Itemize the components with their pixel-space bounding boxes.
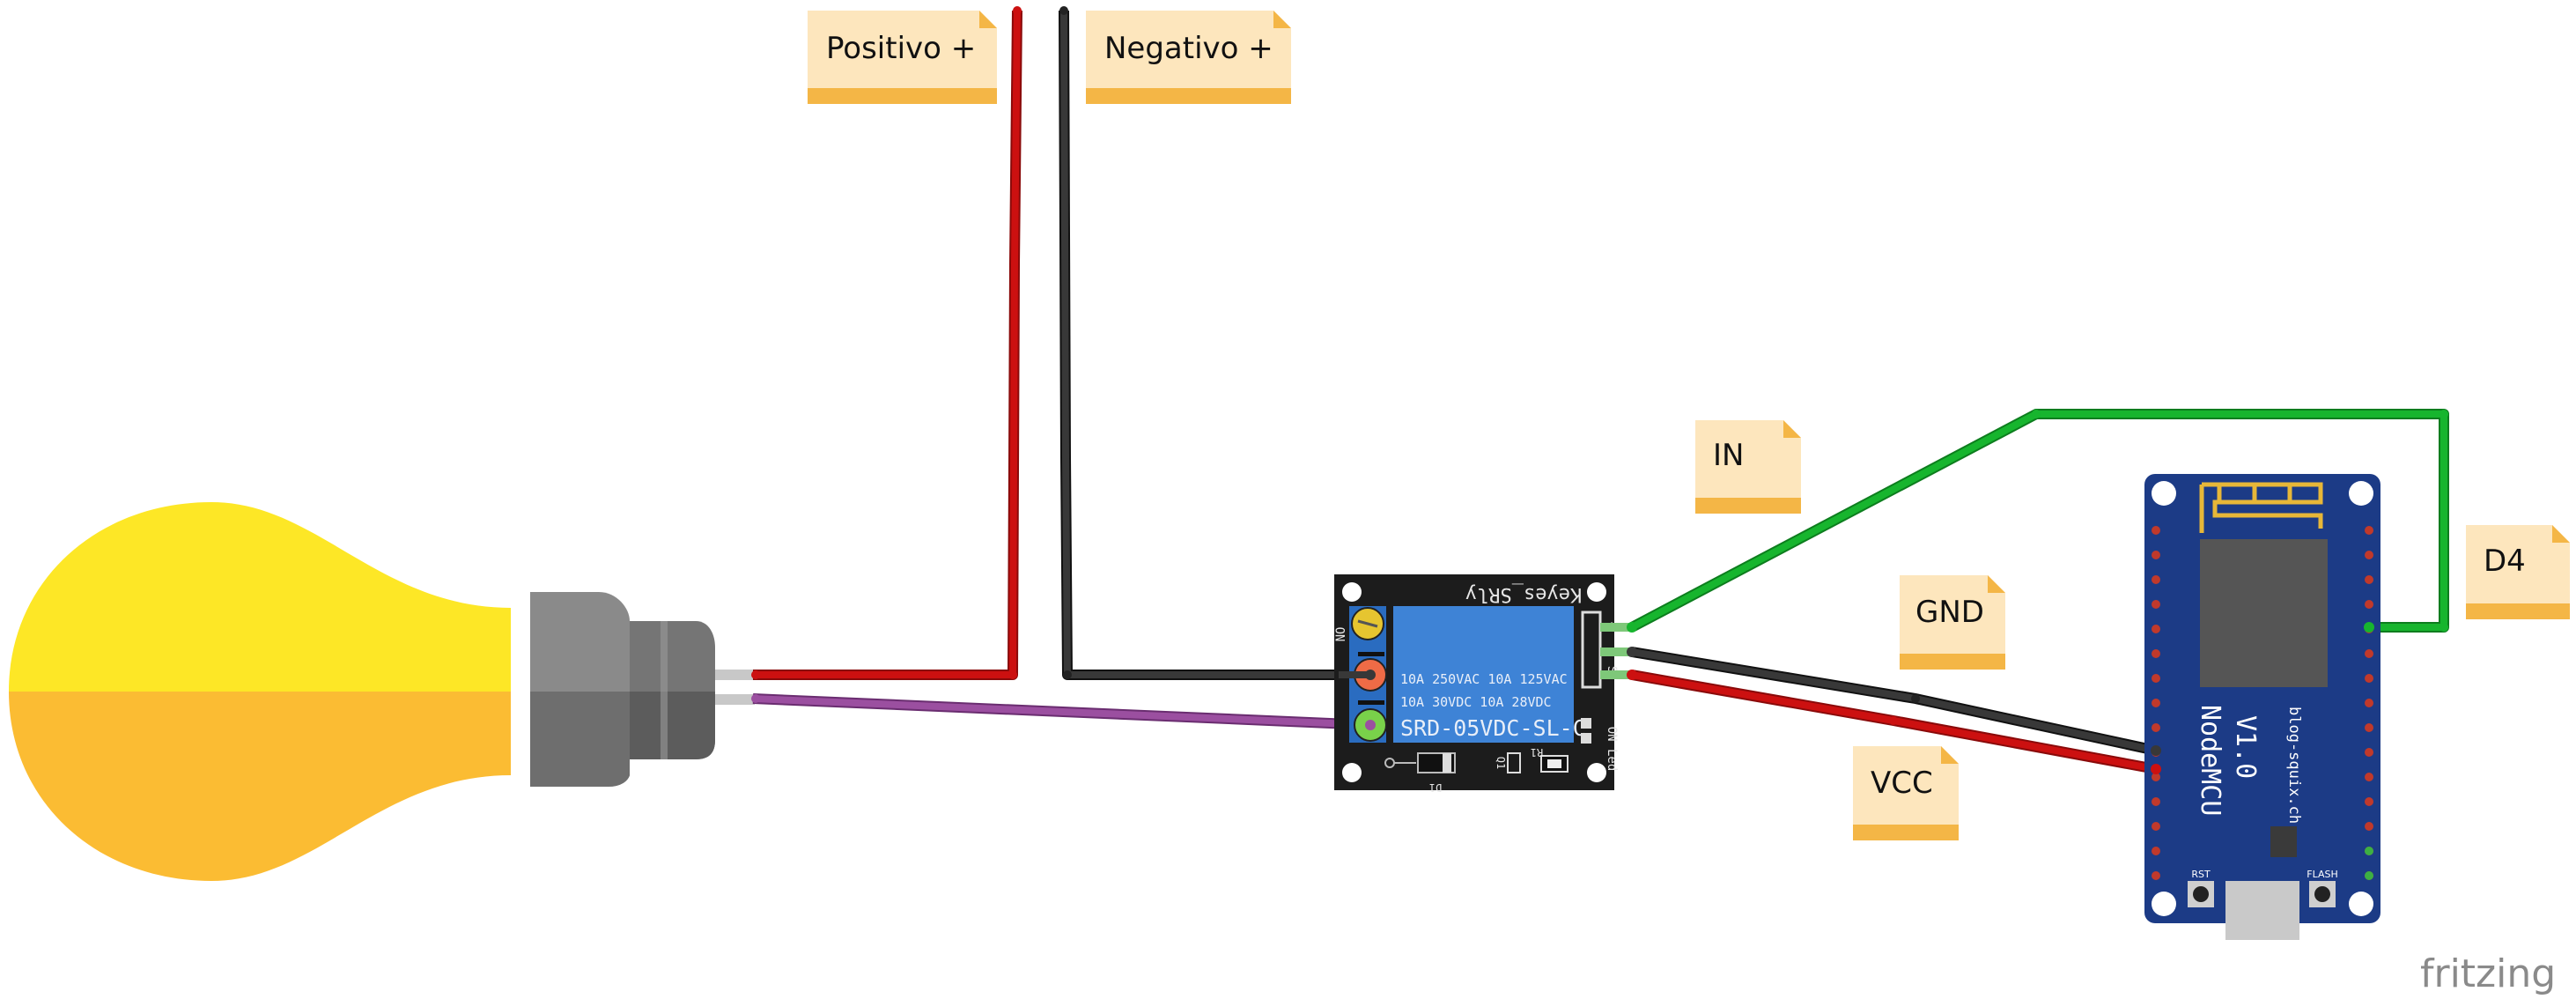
- header-pin: [2365, 822, 2373, 831]
- wiring-diagram: Keyes_SRly NO 10A 250VAC 10A 125VAC 10A …: [9, 6, 2570, 996]
- mount-hole: [2349, 481, 2373, 506]
- header-pin: [2152, 575, 2160, 584]
- esp-shield: [2200, 539, 2328, 687]
- mount-hole: [1587, 763, 1606, 782]
- svg-text:RST: RST: [2191, 869, 2211, 880]
- header-pin: [2152, 625, 2160, 633]
- nodemcu-board[interactable]: NodeMCU V1.0 blog-squix.ch RST FLASH: [2144, 474, 2380, 940]
- note-positivo[interactable]: Positivo +: [808, 11, 997, 104]
- header-pin: [2152, 723, 2160, 732]
- header-pin: [2365, 847, 2373, 855]
- header-pin: [2365, 871, 2373, 880]
- resistor: [1581, 718, 1591, 729]
- note-positivo-text: Positivo +: [826, 31, 976, 66]
- wire-positivo[interactable]: [753, 10, 1021, 678]
- wire-negativo[interactable]: [1060, 10, 1369, 678]
- note-gnd-text: GND: [1915, 595, 1984, 630]
- header-pin: [2365, 699, 2373, 707]
- header-pin: [2365, 773, 2373, 781]
- mount-hole: [2152, 892, 2176, 916]
- chip: [2270, 826, 2297, 857]
- light-bulb: [9, 502, 755, 881]
- mount-hole: [2349, 892, 2373, 916]
- header-pin: [2365, 526, 2373, 535]
- usb-port: [2225, 881, 2299, 940]
- note-in-text: IN: [1713, 438, 1744, 473]
- header-pin: [2152, 526, 2160, 535]
- note-negativo-text: Negativo +: [1104, 31, 1273, 66]
- note-d4-text: D4: [2484, 544, 2526, 579]
- header-pin: [2152, 847, 2160, 855]
- header-pin: [2152, 797, 2160, 806]
- note-negativo[interactable]: Negativo +: [1086, 11, 1291, 104]
- board-site: blog-squix.ch: [2285, 707, 2303, 824]
- fritzing-watermark: fritzing: [2420, 951, 2556, 996]
- header-pin: [2152, 822, 2160, 831]
- header-pin: [2365, 797, 2373, 806]
- bulb-lead-2: [715, 694, 755, 705]
- board-name: NodeMCU: [2195, 705, 2225, 816]
- header-pin: [2365, 551, 2373, 559]
- header-pin: [2365, 649, 2373, 658]
- pin-row-right: [2365, 526, 2373, 880]
- header-pin: [2365, 674, 2373, 683]
- bulb-lead-1: [715, 670, 755, 680]
- note-vcc[interactable]: VCC: [1853, 746, 1959, 840]
- svg-text:FLASH: FLASH: [2307, 869, 2338, 880]
- pin-row-left: [2152, 526, 2160, 880]
- header-pin: [2365, 723, 2373, 732]
- relay-rating-2: 10A 30VDC 10A 28VDC: [1400, 694, 1552, 710]
- mount-hole: [1342, 582, 1362, 602]
- header-pin: [2152, 649, 2160, 658]
- svg-text:D1: D1: [1429, 781, 1442, 794]
- note-gnd[interactable]: GND: [1900, 575, 2005, 670]
- note-vcc-text: VCC: [1871, 766, 1933, 801]
- header-pin: [2152, 600, 2160, 609]
- header-pin: [2365, 575, 2373, 584]
- svg-text:NO: NO: [1334, 627, 1348, 642]
- svg-text:ON Led: ON Led: [1605, 727, 1619, 772]
- relay-brand: Keyes_SRly: [1465, 583, 1582, 605]
- wire-lamp-return[interactable]: [752, 695, 1373, 729]
- relay-module[interactable]: Keyes_SRly NO 10A 250VAC 10A 125VAC 10A …: [1334, 574, 1632, 794]
- note-in[interactable]: IN: [1695, 420, 1801, 514]
- relay-model: SRD-05VDC-SL-C: [1400, 715, 1586, 741]
- wire-gnd[interactable]: [1631, 648, 2157, 754]
- svg-text:Q1: Q1: [1495, 757, 1507, 769]
- header-pin: [2152, 551, 2160, 559]
- header-pin: [2365, 748, 2373, 757]
- svg-text:R1: R1: [1531, 746, 1543, 758]
- board-version: V1.0: [2230, 715, 2261, 779]
- mount-hole: [1342, 763, 1362, 782]
- note-d4[interactable]: D4: [2466, 525, 2570, 619]
- header-pin: [2152, 674, 2160, 683]
- relay-rating-1: 10A 250VAC 10A 125VAC: [1400, 671, 1568, 687]
- header-pin: [2365, 600, 2373, 609]
- mount-hole: [1587, 582, 1606, 602]
- header-pin: [2152, 871, 2160, 880]
- mount-hole: [2152, 481, 2176, 506]
- header-pin: [2152, 699, 2160, 707]
